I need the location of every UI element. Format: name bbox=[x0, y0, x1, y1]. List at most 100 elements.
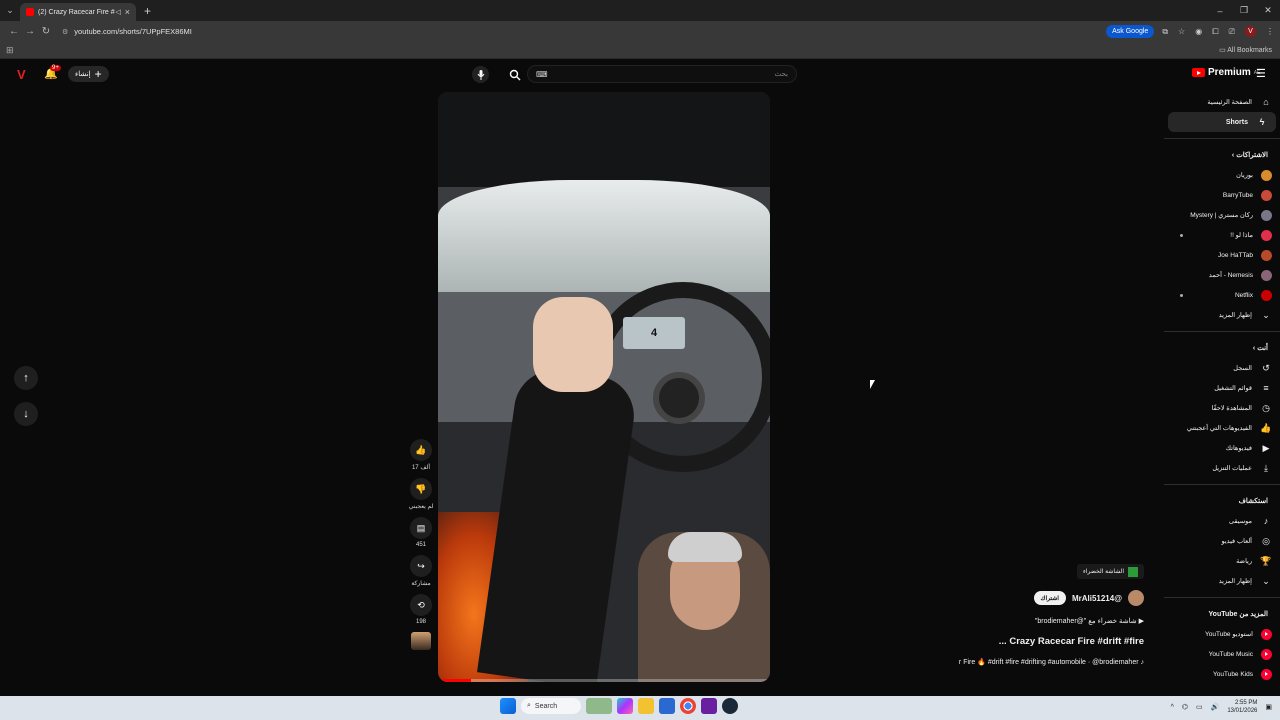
browser-menu-icon[interactable]: ⋮ bbox=[1266, 27, 1274, 36]
app-icon[interactable] bbox=[701, 698, 717, 714]
store-icon[interactable] bbox=[659, 698, 675, 714]
new-tab-icon[interactable]: + bbox=[144, 4, 151, 18]
like-button[interactable]: 👍 17 ألف bbox=[405, 439, 437, 471]
volume-icon[interactable]: 🔊 bbox=[1211, 703, 1220, 711]
share-icon: ↪ bbox=[410, 555, 432, 577]
sound-link[interactable]: ▶ شاشة خضراء مع "@brodiemaher" bbox=[1035, 617, 1144, 625]
sidebar-subscription-item[interactable]: بوريان bbox=[1164, 165, 1280, 185]
tab-active[interactable]: (2) Crazy Racecar Fire #drif ◁ × bbox=[20, 3, 136, 21]
sidebar-more-item[interactable]: YouTube Kids bbox=[1164, 664, 1280, 684]
previous-short-up-icon[interactable]: ↑ bbox=[14, 366, 38, 390]
steam-icon[interactable] bbox=[722, 698, 738, 714]
sidebar-you-item[interactable]: ⤓ عمليات التنزيل bbox=[1164, 458, 1280, 478]
file-explorer-icon[interactable] bbox=[638, 698, 654, 714]
url-field[interactable]: ⚙ youtube.com/shorts/7UPpFEX86MI bbox=[62, 24, 1106, 40]
profile-avatar[interactable]: V bbox=[1245, 26, 1256, 37]
sidebar-you-item[interactable]: 👍 الفيديوهات التي أعجبتني bbox=[1164, 418, 1280, 438]
thumbs-down-icon: 👎 bbox=[410, 478, 432, 500]
dislike-button[interactable]: 👎 لم يعجبني bbox=[405, 478, 437, 510]
close-tab-icon[interactable]: × bbox=[125, 7, 130, 17]
search-icon[interactable] bbox=[505, 66, 525, 83]
sidebar-subscription-item[interactable]: Netflix bbox=[1164, 285, 1280, 305]
close-window-icon[interactable]: ✕ bbox=[1256, 0, 1280, 21]
sidebar-subscription-item[interactable]: Nemesis - أحمد bbox=[1164, 265, 1280, 285]
url-text: youtube.com/shorts/7UPpFEX86MI bbox=[74, 27, 192, 36]
video-tags[interactable]: ♪ r Fire 🔥 #drift #fire #drifting #autom… bbox=[959, 658, 1144, 666]
more-from-youtube-list: استوديو YouTube YouTube Music YouTube Kids bbox=[1164, 624, 1280, 684]
copilot-icon[interactable] bbox=[617, 698, 633, 714]
premium-label: Premium bbox=[1208, 67, 1251, 78]
install-icon[interactable]: ⧉ bbox=[1162, 27, 1168, 37]
tab-list-icon[interactable]: ⌄ bbox=[0, 0, 20, 21]
forward-icon[interactable]: → bbox=[22, 26, 38, 37]
notification-center-icon[interactable]: ▣ bbox=[1265, 703, 1272, 711]
sidebar-item-home[interactable]: ⌂ الصفحة الرئيسية bbox=[1164, 92, 1280, 112]
channel-avatar[interactable] bbox=[1128, 590, 1144, 606]
youtube-premium-logo[interactable]: Premium AE bbox=[1192, 67, 1260, 78]
network-icon[interactable]: ⌬ bbox=[1182, 703, 1188, 711]
ask-google-button[interactable]: Ask Google bbox=[1106, 25, 1155, 38]
remix-button[interactable]: ⟲ 198 bbox=[405, 594, 437, 625]
channel-avatar-v[interactable]: V bbox=[17, 67, 26, 82]
you-heading[interactable]: أنت › bbox=[1164, 338, 1280, 358]
channel-name[interactable]: @MrAli51214 bbox=[1072, 594, 1122, 603]
remix-count: 198 bbox=[415, 619, 426, 625]
taskbar-search[interactable]: ⌕ Search bbox=[521, 698, 581, 714]
extension-icon[interactable]: ◉ bbox=[1195, 27, 1202, 36]
sidebar-subscription-item[interactable]: Joe HaTTab bbox=[1164, 245, 1280, 265]
site-info-icon[interactable]: ⚙ bbox=[62, 28, 68, 36]
show-more-label: إظهار المزيد bbox=[1218, 578, 1252, 585]
sidebar-you-item[interactable]: ◷ المشاهدة لاحقًا bbox=[1164, 398, 1280, 418]
all-bookmarks-link[interactable]: ▭ All Bookmarks bbox=[1219, 46, 1272, 54]
subscriptions-heading[interactable]: الاشتراكات › bbox=[1164, 145, 1280, 165]
sidebar-subscription-item[interactable]: ماذا لو !! bbox=[1164, 225, 1280, 245]
windows-start-icon[interactable] bbox=[500, 698, 516, 714]
create-button[interactable]: إنشاء + bbox=[68, 66, 109, 82]
guide-menu-icon[interactable]: ☰ bbox=[1256, 67, 1266, 80]
minimize-icon[interactable]: – bbox=[1208, 0, 1232, 21]
apps-grid-icon[interactable]: ⊞ bbox=[6, 45, 14, 56]
shorts-video-player[interactable]: 4 bbox=[438, 92, 770, 682]
show-more-subscriptions[interactable]: ⌄ إظهار المزيد bbox=[1164, 305, 1280, 325]
sidebar-shorts-label: Shorts bbox=[1225, 118, 1248, 126]
sidebar-you-label: قوائم التشغيل bbox=[1214, 385, 1252, 392]
reload-icon[interactable]: ↻ bbox=[38, 26, 54, 37]
sidebar-more-item[interactable]: استوديو YouTube bbox=[1164, 624, 1280, 644]
comments-button[interactable]: ▤ 451 bbox=[405, 517, 437, 548]
sidebar-item-shorts[interactable]: ϟ Shorts bbox=[1168, 112, 1276, 132]
keyboard-icon[interactable]: ⌨ bbox=[536, 70, 548, 79]
cast-icon[interactable]: ⎚ bbox=[1229, 27, 1235, 37]
show-more-explore[interactable]: ⌄ إظهار المزيد bbox=[1164, 571, 1280, 591]
tray-overflow-icon[interactable]: ^ bbox=[1171, 704, 1174, 711]
sidebar-explore-item[interactable]: ◎ ألعاب فيديو bbox=[1164, 531, 1280, 551]
sidebar-explore-item[interactable]: 🏆 رياضة bbox=[1164, 551, 1280, 571]
widgets-icon[interactable] bbox=[586, 698, 612, 714]
sidebar-icon: ⤓ bbox=[1264, 462, 1268, 473]
sidebar-you-item[interactable]: ≡ قوائم التشغيل bbox=[1164, 378, 1280, 398]
sidebar-more-item[interactable]: YouTube Music bbox=[1164, 644, 1280, 664]
maximize-icon[interactable]: ❐ bbox=[1232, 0, 1256, 21]
sidebar-explore-item[interactable]: ♪ موسيقى bbox=[1164, 511, 1280, 531]
voice-search-icon[interactable] bbox=[472, 66, 489, 83]
sidebar-you-item[interactable]: ↺ السجل bbox=[1164, 358, 1280, 378]
sidebar-subscription-item[interactable]: ركان مستري | Mystery bbox=[1164, 205, 1280, 225]
green-screen-chip[interactable]: الشاشة الخضراء bbox=[1077, 564, 1144, 579]
video-title[interactable]: Crazy Racecar Fire #drift #fire ... bbox=[999, 636, 1144, 647]
next-short-down-icon[interactable]: ↓ bbox=[14, 402, 38, 426]
mute-icon[interactable]: ◁ bbox=[115, 8, 120, 16]
back-icon[interactable]: ← bbox=[6, 26, 22, 37]
share-button[interactable]: ↪ مشاركة bbox=[405, 555, 437, 587]
sidebar-subscription-item[interactable]: BarryTube bbox=[1164, 185, 1280, 205]
sidebar-you-item[interactable]: ▶ فيديوهاتك bbox=[1164, 438, 1280, 458]
more-heading-label: المزيد من YouTube bbox=[1208, 611, 1268, 618]
extensions-puzzle-icon[interactable]: ⧠ bbox=[1212, 27, 1218, 37]
display-icon[interactable]: ▭ bbox=[1196, 703, 1203, 711]
chrome-icon[interactable] bbox=[680, 698, 696, 714]
video-progress-bar[interactable] bbox=[438, 679, 770, 682]
sound-thumbnail-button[interactable] bbox=[405, 632, 437, 650]
system-clock[interactable]: 2:55 PM 13/01/2026 bbox=[1227, 699, 1257, 715]
bookmark-star-icon[interactable]: ☆ bbox=[1178, 27, 1185, 36]
search-input[interactable]: ⌨ بحث bbox=[527, 65, 797, 83]
subscribe-button[interactable]: اشتراك bbox=[1033, 591, 1066, 605]
notifications-bell-icon[interactable]: 🔔 9+ bbox=[44, 65, 61, 80]
